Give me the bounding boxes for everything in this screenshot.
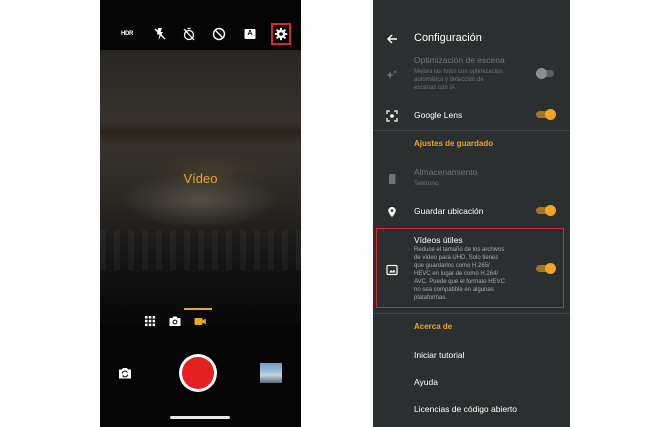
back-arrow-icon[interactable] (385, 32, 399, 46)
settings-highlight-box (271, 23, 291, 45)
auto-label: A (247, 30, 253, 37)
scene-optimization-toggle[interactable] (536, 68, 556, 80)
subtitle-line: de vídeo para UHD. Solo tienes (414, 255, 499, 261)
storage-value: Teléfono (414, 180, 439, 187)
timer-off-icon[interactable] (181, 26, 197, 42)
more-modes-icon[interactable] (143, 314, 157, 328)
divider (373, 130, 570, 131)
subtitle-line: plataformas. (414, 295, 448, 301)
flash-off-icon[interactable] (152, 26, 168, 42)
open-source-licenses-item[interactable]: Licencias de código abierto (414, 404, 517, 414)
save-location-toggle[interactable] (536, 205, 556, 217)
night-off-icon[interactable] (211, 26, 227, 42)
settings-header: Configuración (373, 28, 570, 50)
subtitle-line: AVC. Puede que el formato HEVC (414, 279, 505, 285)
home-indicator[interactable] (170, 416, 230, 419)
hdr-label: HDR (120, 31, 134, 37)
useful-videos-title: Vídeos útiles (414, 235, 463, 245)
video-file-icon (386, 263, 398, 276)
phone-storage-icon (386, 172, 398, 184)
auto-mode-icon[interactable]: A (242, 26, 258, 42)
storage-title: Almacenamiento (414, 167, 478, 177)
subtitle-line: Mejora las fotos con optimización (414, 69, 503, 75)
settings-screen: Configuración Optimización de escena Mej… (373, 0, 570, 427)
sparkle-icon (386, 68, 398, 80)
scene-optimization-subtitle: Mejora las fotos con optimización automá… (414, 68, 503, 92)
google-lens-icon (386, 109, 398, 122)
subtitle-line: HEVC en lugar de como H.264/ (414, 271, 499, 277)
location-pin-icon (386, 205, 398, 217)
help-item[interactable]: Ayuda (414, 377, 438, 387)
useful-videos-subtitle: Reduce el tamaño de los archivos de víde… (414, 246, 505, 302)
about-section-header: Acerca de (414, 322, 453, 331)
google-lens-toggle[interactable] (536, 109, 556, 121)
subtitle-line: no sea compatible en algunas (414, 287, 494, 293)
record-button[interactable] (182, 357, 214, 389)
comparison-canvas: HDR A Vídeo Configuración Optimización d… (0, 0, 650, 427)
photo-camera-icon[interactable] (168, 314, 182, 328)
save-settings-section-header: Ajustes de guardado (414, 139, 494, 148)
subtitle-line: Reduce el tamaño de los archivos (414, 247, 505, 253)
start-tutorial-item[interactable]: Iniciar tutorial (414, 350, 465, 360)
video-camera-icon[interactable] (193, 314, 207, 328)
save-location-title: Guardar ubicación (414, 206, 484, 216)
camera-screen: HDR A Vídeo (100, 0, 301, 427)
mode-selector (100, 314, 301, 330)
hdr-icon[interactable]: HDR (119, 26, 135, 42)
useful-videos-toggle[interactable] (536, 263, 556, 275)
subtitle-line: que guardarlos como H.265/ (414, 263, 490, 269)
video-mode-label: Vídeo (183, 171, 218, 186)
google-lens-title: Google Lens (414, 110, 463, 120)
switch-camera-icon[interactable] (117, 365, 133, 381)
subtitle-line: automática y detección de (414, 77, 484, 83)
scene-optimization-title: Optimización de escena (414, 55, 505, 65)
camera-viewfinder[interactable] (100, 50, 301, 325)
active-mode-indicator (184, 308, 212, 310)
divider (373, 313, 570, 314)
subtitle-line: escenas con IA (414, 85, 456, 91)
settings-title: Configuración (414, 32, 482, 44)
gallery-thumbnail[interactable] (260, 363, 282, 383)
